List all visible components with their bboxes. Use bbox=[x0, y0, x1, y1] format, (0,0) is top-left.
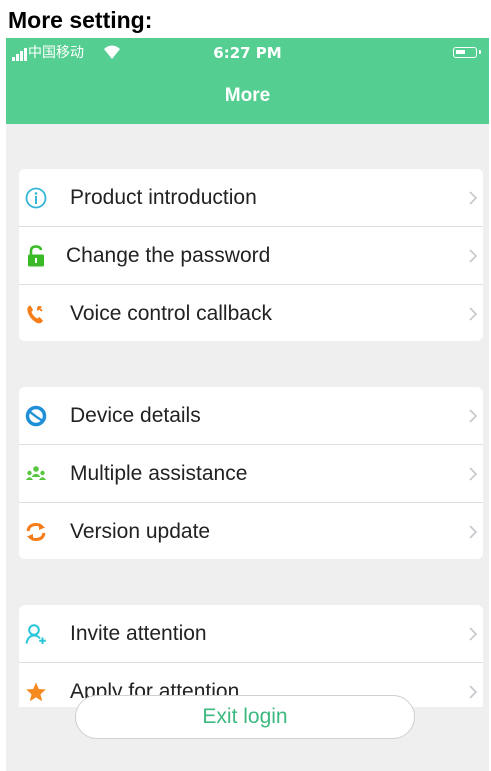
status-time: 6:27 PM bbox=[213, 44, 282, 62]
voice-control-callback-label: Voice control callback bbox=[70, 302, 272, 325]
multiple-assistance-item[interactable]: Multiple assistance bbox=[19, 444, 483, 502]
battery-icon bbox=[453, 47, 481, 58]
product-introduction-item[interactable]: Product introduction bbox=[19, 169, 483, 226]
chevron-right-icon bbox=[469, 191, 478, 205]
chevron-right-icon bbox=[469, 249, 478, 263]
invite-attention-item[interactable]: Invite attention bbox=[19, 605, 483, 662]
multiple-assistance-label: Multiple assistance bbox=[70, 462, 248, 485]
add-person-icon bbox=[25, 624, 46, 644]
phone-screen: 中国移动 6:27 PM More Product introduction C… bbox=[6, 38, 489, 771]
info-circle-icon bbox=[25, 187, 47, 209]
device-details-label: Device details bbox=[70, 404, 201, 427]
change-password-item[interactable]: Change the password bbox=[19, 226, 483, 284]
nav-title: More bbox=[224, 85, 271, 106]
chevron-right-icon bbox=[469, 467, 478, 481]
chevron-right-icon bbox=[469, 685, 478, 699]
status-bar: 中国移动 6:27 PM bbox=[6, 38, 489, 68]
chevron-right-icon bbox=[469, 627, 478, 641]
nav-bar: More bbox=[6, 68, 489, 124]
settings-group-3: Invite attention Apply for attention bbox=[19, 605, 483, 707]
invite-attention-label: Invite attention bbox=[70, 622, 207, 645]
settings-group-2: Device details Multiple assistance Versi… bbox=[19, 387, 483, 559]
device-details-item[interactable]: Device details bbox=[19, 387, 483, 444]
change-password-label: Change the password bbox=[66, 244, 271, 267]
settings-group-1: Product introduction Change the password… bbox=[19, 169, 483, 341]
lock-icon bbox=[28, 245, 44, 267]
exit-login-button[interactable]: Exit login bbox=[75, 695, 415, 739]
phone-callback-icon bbox=[27, 305, 43, 324]
refresh-icon bbox=[26, 522, 46, 542]
page-heading: More setting: bbox=[8, 7, 153, 33]
voice-control-callback-item[interactable]: Voice control callback bbox=[19, 284, 483, 342]
version-update-item[interactable]: Version update bbox=[19, 502, 483, 560]
device-ring-icon bbox=[25, 405, 47, 427]
chevron-right-icon bbox=[469, 525, 478, 539]
version-update-label: Version update bbox=[70, 520, 211, 543]
chevron-right-icon bbox=[469, 409, 478, 423]
chevron-right-icon bbox=[469, 307, 478, 321]
group-people-icon bbox=[26, 466, 46, 480]
product-introduction-label: Product introduction bbox=[70, 186, 257, 209]
star-icon bbox=[26, 682, 46, 702]
